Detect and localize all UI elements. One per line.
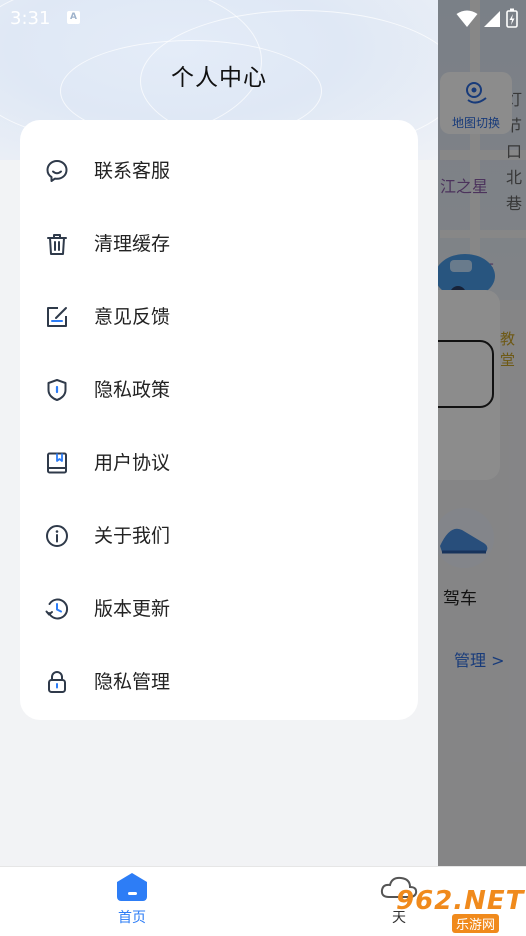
shield-icon	[47, 379, 67, 401]
menu-item-user-agreement[interactable]: 用户协议	[20, 426, 418, 499]
battery-icon	[506, 8, 518, 28]
nav-home-label: 首页	[118, 910, 146, 926]
menu-item-label: 清理缓存	[94, 233, 171, 255]
drawer-scrim[interactable]	[438, 0, 526, 866]
menu-item-label: 隐私政策	[94, 379, 171, 401]
menu-item-clear-cache[interactable]: 清理缓存	[20, 207, 418, 280]
personal-center-drawer: 个人中心 联系客服 清理缓存 意见反馈 隐私政策 用户协议 关于我们 版本更新 …	[0, 0, 438, 866]
info-icon	[46, 525, 68, 547]
history-icon	[45, 598, 69, 620]
menu-item-label: 隐私管理	[94, 671, 171, 693]
signal-icon	[483, 11, 500, 27]
home-icon	[117, 873, 147, 901]
lock-icon	[48, 671, 66, 693]
book-icon	[47, 452, 67, 474]
feedback-edit-icon	[47, 307, 67, 327]
drawer-title: 个人中心	[171, 65, 267, 91]
wifi-icon	[456, 10, 478, 27]
menu-item-label: 关于我们	[94, 525, 171, 547]
customer-service-icon	[46, 160, 68, 182]
menu-item-label: 联系客服	[94, 160, 171, 182]
menu-card: 联系客服 清理缓存 意见反馈 隐私政策 用户协议 关于我们 版本更新 隐私管理	[20, 120, 418, 720]
menu-item-contact-service[interactable]: 联系客服	[20, 134, 418, 207]
status-bar: 3:31 A	[0, 0, 526, 36]
watermark-sub: 乐游网	[452, 914, 500, 933]
status-time: 3:31	[10, 8, 51, 29]
nav-home-tab[interactable]: 首页	[112, 873, 152, 927]
menu-item-feedback[interactable]: 意见反馈	[20, 280, 418, 353]
menu-item-version-update[interactable]: 版本更新	[20, 572, 418, 645]
trash-icon	[47, 234, 67, 255]
menu-item-label: 用户协议	[94, 452, 171, 474]
menu-item-privacy-policy[interactable]: 隐私政策	[20, 353, 418, 426]
menu-item-about-us[interactable]: 关于我们	[20, 499, 418, 572]
menu-item-privacy-management[interactable]: 隐私管理	[20, 645, 418, 718]
menu-item-label: 意见反馈	[94, 306, 171, 328]
menu-item-label: 版本更新	[94, 598, 171, 620]
watermark-main: 962.NET	[396, 886, 525, 916]
system-icons	[456, 8, 518, 32]
watermark: 962.NET 乐游网	[390, 886, 525, 933]
notification-icon: A	[67, 11, 80, 24]
